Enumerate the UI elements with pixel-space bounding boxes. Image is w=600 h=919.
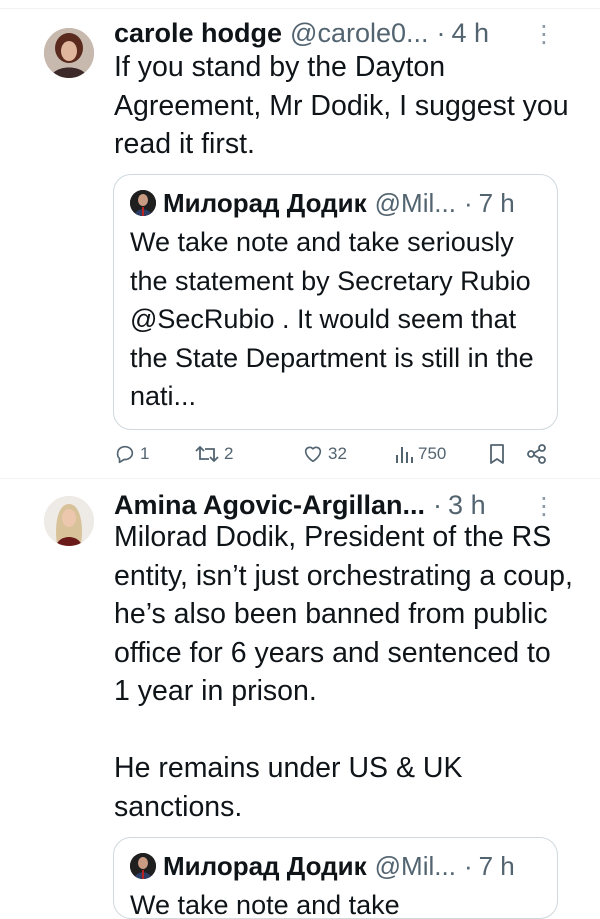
share-button[interactable] [526, 443, 552, 465]
more-options-icon[interactable]: ⋮ [532, 23, 556, 47]
author-name[interactable]: carole hodge [114, 18, 282, 49]
quoted-author-name[interactable]: Милорад Додик [163, 188, 367, 219]
quoted-author-name[interactable]: Милорад Додик [163, 851, 367, 882]
like-button[interactable]: 32 [302, 443, 347, 465]
views-button[interactable]: 750 [394, 443, 446, 465]
tweet-carole-hodge[interactable]: carole hodge @carole0... · 4 h ⋮ If you … [0, 0, 600, 478]
view-count: 750 [418, 444, 447, 463]
avatar-photo-icon [130, 853, 156, 879]
quoted-author-handle[interactable]: @Mil... [375, 188, 456, 219]
avatar-photo-icon [130, 190, 156, 216]
quoted-tweet-text: We take note and take [130, 890, 400, 919]
quoted-timestamp[interactable]: 7 h [479, 851, 515, 882]
quoted-tweet-text: We take note and take seriously the stat… [130, 227, 534, 411]
bookmark-button[interactable] [487, 443, 511, 465]
tweet-amina-agovic[interactable]: Amina Agovic-Argillan... · 3 h ⋮ Milorad… [0, 479, 600, 919]
quoted-timestamp[interactable]: 7 h [479, 188, 515, 219]
avatar-photo-icon [44, 28, 94, 78]
analytics-icon [396, 447, 413, 463]
quoted-tweet[interactable]: Милорад Додик @Mil... · 7 h We take note… [113, 174, 558, 430]
quoted-avatar[interactable] [130, 853, 156, 879]
tweet-text: If you stand by the Dayton Agreement, Mr… [114, 51, 569, 160]
more-options-icon[interactable]: ⋮ [532, 495, 556, 519]
avatar[interactable] [44, 496, 94, 546]
repost-count: 2 [224, 444, 234, 463]
reply-icon [116, 445, 134, 464]
quoted-tweet-header: Милорад Додик @Mil... · 7 h [130, 185, 515, 221]
separator-dot: · [433, 489, 443, 520]
avatar[interactable] [44, 28, 94, 78]
separator-dot: · [436, 17, 446, 48]
tweet-text: Milorad Dodik, President of the RS entit… [114, 518, 574, 826]
separator-dot: · [463, 850, 473, 881]
tweet-header: carole hodge @carole0... · 4 h [114, 13, 560, 53]
tweet-text-paragraph: Milorad Dodik, President of the RS entit… [114, 521, 573, 707]
quoted-avatar[interactable] [130, 190, 156, 216]
author-handle[interactable]: @carole0... [290, 18, 428, 49]
quoted-tweet-header: Милорад Додик @Mil... · 7 h [130, 848, 515, 884]
reply-button[interactable]: 1 [114, 443, 149, 465]
tweet-actions: 1 2 32 750 [114, 439, 554, 469]
repost-button[interactable]: 2 [194, 443, 233, 465]
share-icon [527, 444, 546, 464]
quoted-author-handle[interactable]: @Mil... [375, 851, 456, 882]
like-count: 32 [328, 444, 347, 463]
timestamp[interactable]: 3 h [448, 490, 486, 521]
tweet-text-paragraph: He remains under US & UK sanctions. [114, 752, 463, 823]
quoted-tweet[interactable]: Милорад Додик @Mil... · 7 h We take note… [113, 837, 558, 919]
separator-dot: · [463, 187, 473, 218]
reply-count: 1 [140, 444, 150, 463]
timestamp[interactable]: 4 h [452, 18, 490, 49]
avatar-photo-icon [44, 496, 94, 546]
heart-icon [304, 446, 322, 463]
author-name[interactable]: Amina Agovic-Argillan... [114, 490, 425, 521]
bookmark-icon [490, 444, 504, 464]
repost-icon [195, 445, 219, 463]
